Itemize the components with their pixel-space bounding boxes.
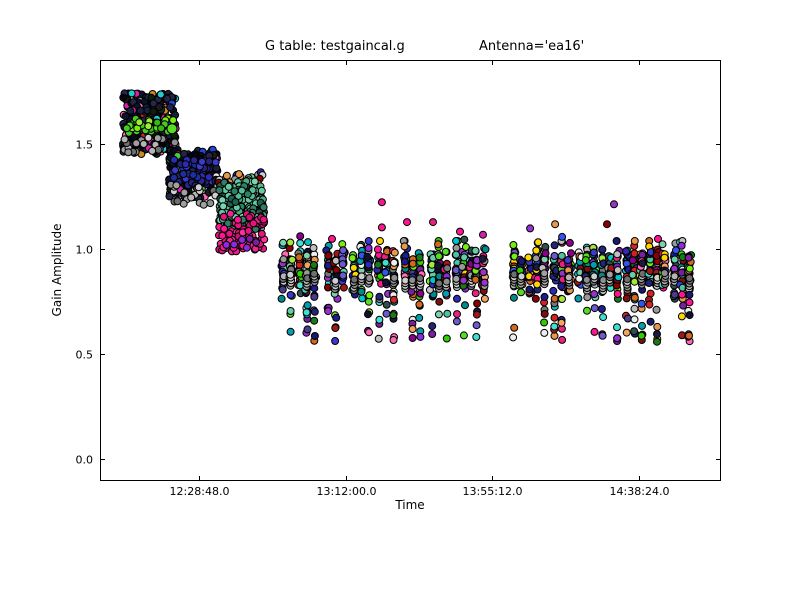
y-tick-label: 1.5	[76, 139, 94, 152]
plot-title-left: G table: testgaincal.g	[265, 39, 405, 54]
x-tick-label: 13:12:00.0	[317, 485, 377, 498]
plot-title-right: Antenna='ea16'	[479, 39, 584, 54]
y-axis-label: Gain Amplitude	[50, 224, 64, 317]
x-tick-label: 12:28:48.0	[170, 485, 230, 498]
y-tick-label: 0.0	[76, 454, 94, 467]
gain-plot-canvas: 12:28:48.0 13:12:00.0 13:55:12.0 14:38:24.0…	[50, 39, 721, 512]
scatter-points	[119, 89, 696, 346]
x-axis-label: Time	[394, 498, 424, 512]
x-tick-label: 13:55:12.0	[463, 485, 523, 498]
x-tick-label: 14:38:24.0	[610, 485, 670, 498]
y-tick-label: 1.0	[76, 244, 94, 257]
axis-tick-labels: 12:28:48.0 13:12:00.0 13:55:12.0 14:38:24.0…	[76, 139, 670, 499]
plot-window: 12:28:48.0 13:12:00.0 13:55:12.0 14:38:24.0…	[0, 0, 800, 600]
y-tick-label: 0.5	[76, 349, 94, 362]
